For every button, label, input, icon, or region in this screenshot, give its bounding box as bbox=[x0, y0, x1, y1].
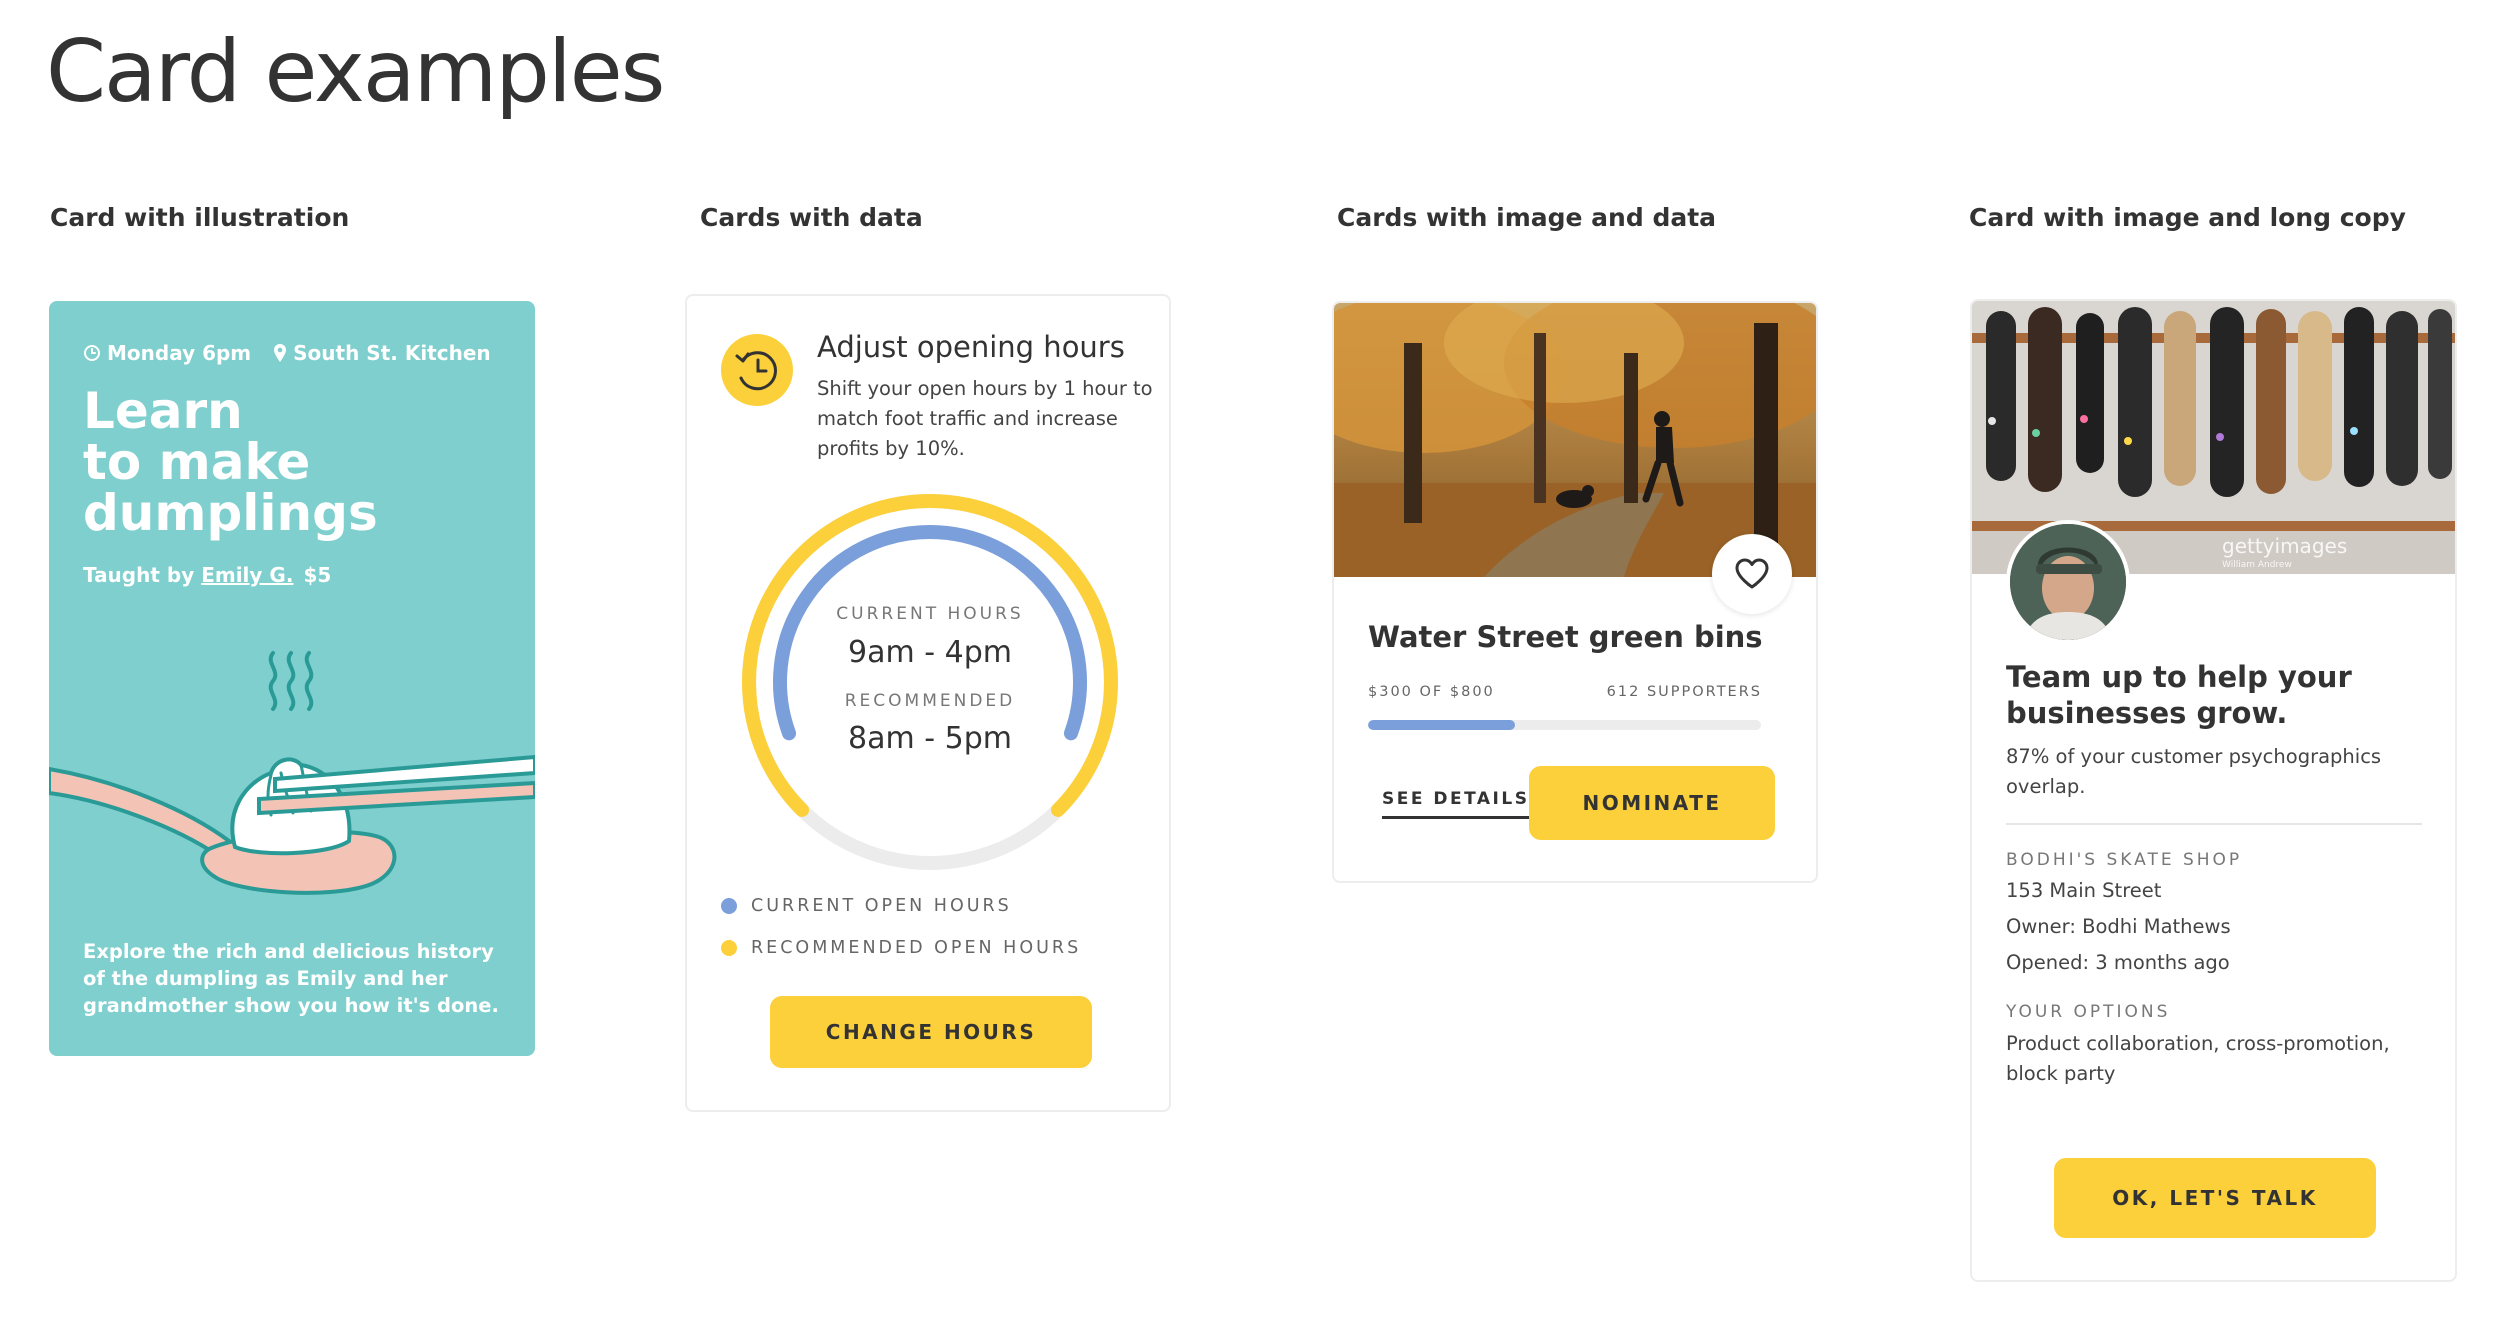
funding-progress-bar bbox=[1368, 720, 1761, 730]
legend-dot-current bbox=[721, 898, 737, 914]
clock-rewind-icon bbox=[735, 351, 777, 391]
heart-icon bbox=[1735, 558, 1769, 589]
legend-current: CURRENT OPEN HOURS bbox=[721, 896, 1012, 916]
card-dumplings-class[interactable]: Monday 6pm South St. Kitchen Learn to ma… bbox=[49, 301, 535, 1056]
teacher-link[interactable]: Emily G. bbox=[201, 563, 293, 587]
lets-talk-button[interactable]: OK, LET'S TALK bbox=[2054, 1158, 2376, 1238]
recommended-hours-label: RECOMMENDED bbox=[844, 691, 1016, 711]
nominate-button[interactable]: NOMINATE bbox=[1529, 766, 1775, 840]
icon-badge bbox=[721, 334, 793, 406]
class-title-line: dumplings bbox=[83, 484, 378, 542]
dumpling-illustration bbox=[49, 651, 535, 895]
shop-owner: Owner: Bodhi Mathews bbox=[2006, 915, 2231, 938]
class-title-line: to make bbox=[83, 433, 311, 491]
legend-current-text: CURRENT OPEN HOURS bbox=[751, 896, 1012, 916]
section-heading-data: Cards with data bbox=[700, 203, 923, 232]
event-time-text: Monday 6pm bbox=[107, 341, 252, 365]
amount-raised: $300 OF $800 bbox=[1368, 684, 1495, 700]
change-hours-button[interactable]: CHANGE HOURS bbox=[770, 996, 1092, 1068]
favorite-button[interactable] bbox=[1712, 534, 1792, 614]
hours-ring-chart bbox=[742, 494, 1118, 870]
class-price: $5 bbox=[303, 563, 332, 587]
location-pin-icon bbox=[274, 344, 287, 362]
options-text: Product collaboration, cross-promotion, … bbox=[2006, 1032, 2390, 1085]
recommended-hours-value: 8am - 5pm bbox=[848, 721, 1012, 756]
legend-recommended: RECOMMENDED OPEN HOURS bbox=[721, 938, 1081, 958]
page-title: Card examples bbox=[46, 22, 665, 122]
avatar-image bbox=[2010, 524, 2126, 640]
legend-recommended-text: RECOMMENDED OPEN HOURS bbox=[751, 938, 1082, 958]
card-heading: Team up to help your businesses grow. bbox=[2006, 660, 2352, 730]
shop-address: 153 Main Street bbox=[2006, 879, 2162, 902]
card-description: Shift your open hours by 1 hour to match… bbox=[817, 377, 1153, 460]
photo-credit: William Andrew bbox=[2222, 560, 2292, 570]
divider bbox=[2006, 823, 2422, 825]
card-description: 87% of your customer psychographics over… bbox=[2006, 745, 2382, 798]
section-heading-image-data: Cards with image and data bbox=[1337, 203, 1717, 232]
legend-dot-recommended bbox=[721, 940, 737, 956]
event-meta: Monday 6pm South St. Kitchen bbox=[83, 341, 513, 365]
funding-progress-fill bbox=[1368, 720, 1516, 730]
clock-icon bbox=[84, 345, 100, 361]
avatar bbox=[2006, 520, 2130, 644]
class-title: Learn to make dumplings bbox=[83, 386, 503, 539]
see-details-link[interactable]: SEE DETAILS bbox=[1382, 789, 1530, 819]
taught-by-label: Taught by bbox=[83, 563, 202, 587]
card-heading: Adjust opening hours bbox=[817, 330, 1125, 364]
class-description: Explore the rich and delicious history o… bbox=[83, 940, 499, 1017]
class-title-line: Learn bbox=[83, 382, 243, 440]
card-heading: Water Street green bins bbox=[1368, 620, 1763, 654]
your-options-label: YOUR OPTIONS bbox=[2006, 1002, 2171, 1022]
shop-name-label: BODHI'S SKATE SHOP bbox=[2006, 850, 2243, 870]
card-green-bins: Water Street green bins $300 OF $800 612… bbox=[1332, 301, 1818, 883]
shop-opened: Opened: 3 months ago bbox=[2006, 951, 2230, 974]
section-heading-illustration: Card with illustration bbox=[50, 203, 350, 232]
event-time: Monday 6pm bbox=[83, 341, 251, 365]
photo-watermark: gettyimages bbox=[2222, 534, 2347, 558]
card-skate-shop: gettyimages William Andrew Team up to he… bbox=[1970, 299, 2457, 1282]
card-adjust-hours: Adjust opening hours Shift your open hou… bbox=[685, 294, 1171, 1112]
taught-by: Taught by Emily G. $5 bbox=[83, 563, 331, 587]
supporters-count: 612 SUPPORTERS bbox=[1606, 684, 1762, 700]
current-hours-label: CURRENT HOURS bbox=[836, 604, 1024, 624]
event-location: South St. Kitchen bbox=[273, 341, 491, 365]
event-location-text: South St. Kitchen bbox=[293, 341, 491, 365]
section-heading-image-long: Card with image and long copy bbox=[1969, 203, 2406, 232]
current-hours-value: 9am - 4pm bbox=[848, 635, 1012, 670]
